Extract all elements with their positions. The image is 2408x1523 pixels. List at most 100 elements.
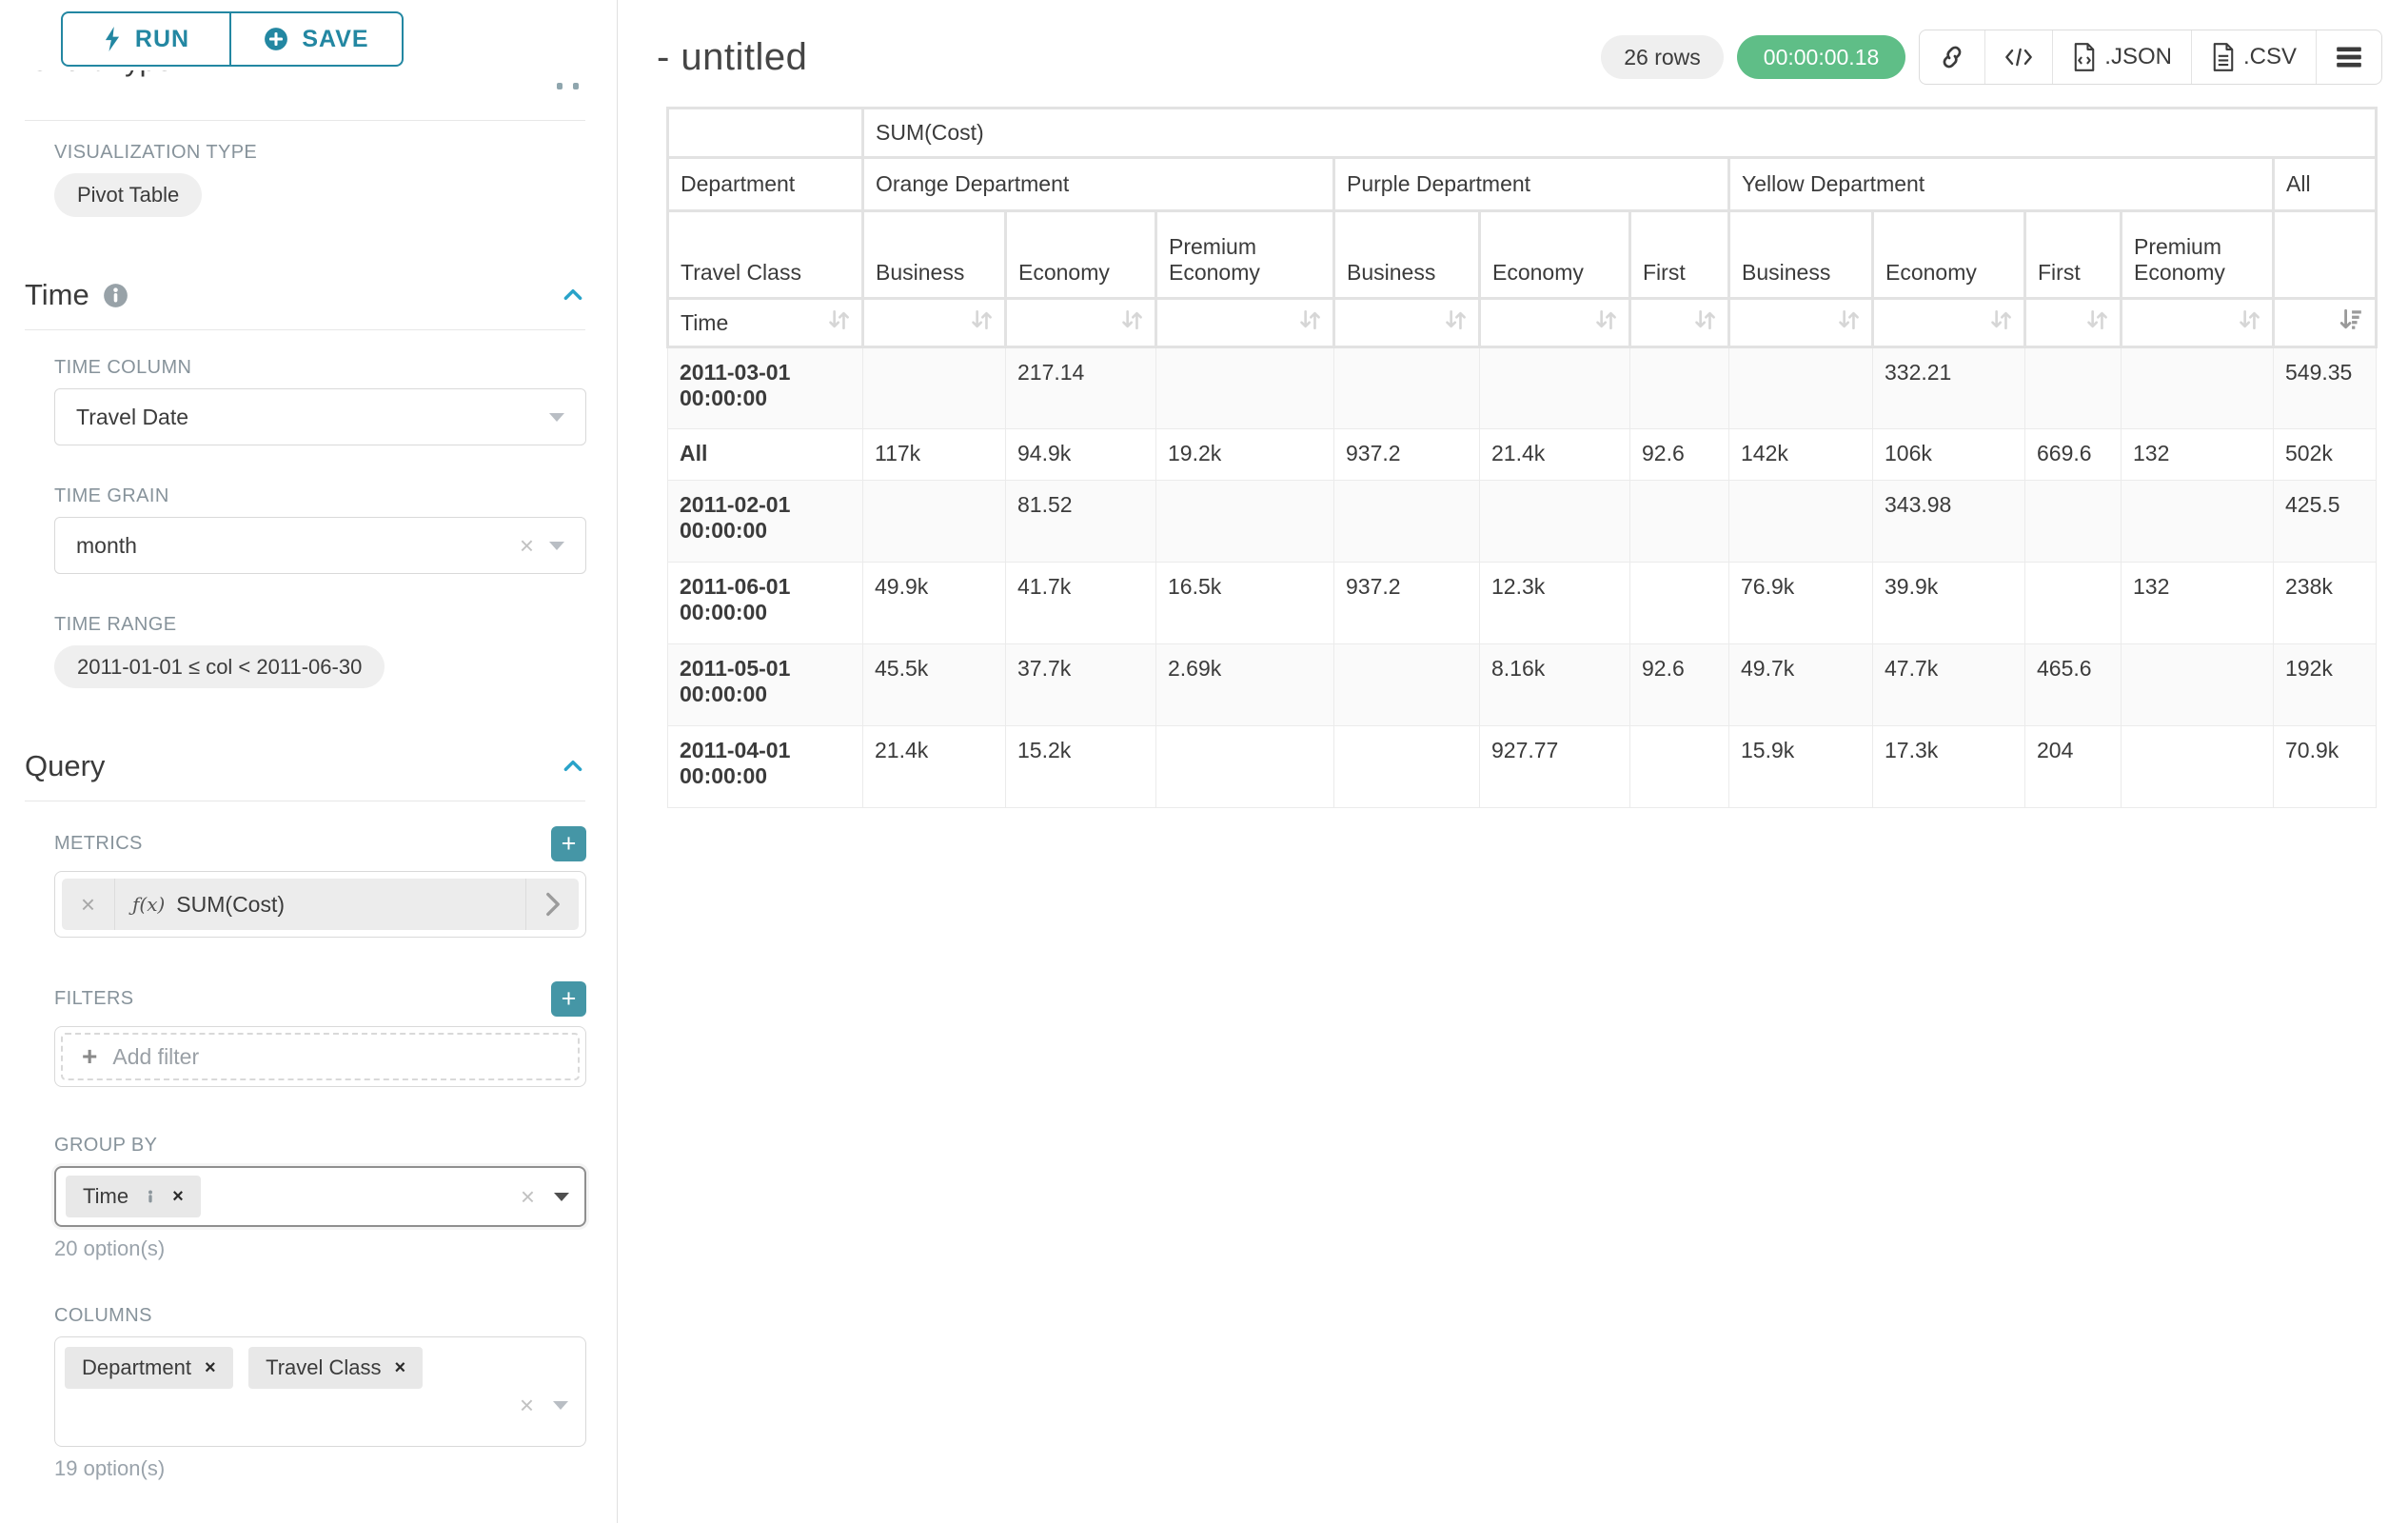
add-filter-button[interactable]: + (551, 981, 586, 1017)
menu-button[interactable] (2316, 30, 2381, 84)
pivot-value-cell: 192k (2274, 644, 2377, 726)
sort-icon[interactable] (1837, 308, 1860, 331)
sort-descending-icon[interactable] (2339, 307, 2363, 332)
export-csv-button[interactable]: .CSV (2191, 30, 2316, 84)
time-section-header: Time (25, 278, 585, 312)
caret-down-icon[interactable] (553, 1401, 568, 1410)
sort-icon[interactable] (2238, 308, 2260, 331)
visualization-type-chip[interactable]: Pivot Table (54, 173, 202, 217)
time-column-select[interactable]: Travel Date (54, 388, 586, 445)
sort-icon[interactable] (2085, 308, 2108, 331)
sort-cell (2274, 299, 2377, 347)
department-header-row: Department Orange DepartmentPurple Depar… (668, 158, 2377, 211)
columns-tag[interactable]: Travel Class × (248, 1347, 423, 1389)
collapse-chevron-up-icon[interactable] (561, 283, 585, 307)
sort-cell (1873, 299, 2025, 347)
group-by-tag[interactable]: Time × (66, 1176, 201, 1217)
col-dimension-label: Department (668, 158, 863, 211)
pivot-value-cell: 16.5k (1156, 563, 1334, 644)
pivot-value-cell (1630, 347, 1729, 429)
plus-icon: + (82, 1041, 97, 1072)
pivot-value-cell (1729, 481, 1873, 563)
csv-file-icon (2211, 43, 2236, 71)
pivot-value-cell: 92.6 (1630, 644, 1729, 726)
pivot-data-row: 2011-03-01 00:00:00217.14332.21549.35 (668, 347, 2377, 429)
pivot-value-cell: 142k (1729, 429, 1873, 481)
pivot-value-cell: 15.9k (1729, 726, 1873, 808)
add-filter-dropzone[interactable]: + Add filter (61, 1033, 580, 1080)
save-button[interactable]: SAVE (230, 11, 404, 67)
metrics-field: × ƒ(x) SUM(Cost) (54, 871, 586, 938)
run-save-button-group: RUN SAVE (61, 11, 404, 67)
clear-icon[interactable]: × (521, 1184, 535, 1209)
filters-label-row: FILTERS + (54, 981, 586, 1017)
time-section-title: Time (25, 278, 89, 312)
pivot-value-cell (2025, 347, 2122, 429)
travel-class-header: Business (1334, 211, 1480, 299)
lightning-icon (103, 27, 122, 51)
query-timer-badge: 00:00:00.18 (1737, 35, 1906, 79)
sort-icon[interactable] (1989, 308, 2012, 331)
pivot-value-cell: 21.4k (863, 726, 1006, 808)
sort-cell (1334, 299, 1480, 347)
fx-icon: ƒ(x) (132, 893, 165, 916)
metric-pill[interactable]: × ƒ(x) SUM(Cost) (62, 879, 579, 930)
sort-icon[interactable] (970, 308, 993, 331)
pivot-value-cell: 41.7k (1006, 563, 1156, 644)
department-group-header: Orange Department (863, 158, 1334, 211)
metrics-label: METRICS (54, 833, 143, 855)
time-range-label: TIME RANGE (54, 614, 585, 636)
travel-class-header: First (1630, 211, 1729, 299)
metrics-label-row: METRICS + (54, 826, 586, 861)
pivot-value-cell (1156, 481, 1334, 563)
sort-icon[interactable] (1444, 308, 1467, 331)
json-file-icon (2072, 43, 2097, 71)
clear-icon[interactable]: × (520, 533, 534, 558)
pivot-value-cell: 937.2 (1334, 429, 1480, 481)
sort-row: Time (668, 299, 2377, 347)
remove-metric-icon[interactable]: × (62, 879, 115, 930)
columns-hint: 19 option(s) (54, 1456, 585, 1481)
share-link-button[interactable] (1920, 30, 1984, 84)
time-grain-select[interactable]: month × (54, 517, 586, 574)
sort-cell (1630, 299, 1729, 347)
remove-tag-icon[interactable]: × (172, 1186, 184, 1208)
group-by-label: GROUP BY (54, 1135, 585, 1157)
sort-icon[interactable] (827, 308, 850, 331)
sort-cell (1729, 299, 1873, 347)
caret-down-icon[interactable] (554, 1193, 569, 1201)
pivot-value-cell (2025, 481, 2122, 563)
group-by-select[interactable]: Time × × (54, 1166, 586, 1227)
sort-icon[interactable] (1693, 308, 1716, 331)
pivot-table: SUM(Cost) Department Orange DepartmentPu… (666, 107, 2378, 808)
pivot-value-cell (1630, 726, 1729, 808)
sort-icon[interactable] (1120, 308, 1143, 331)
travel-class-header: Economy (1480, 211, 1630, 299)
time-range-chip[interactable]: 2011-01-01 ≤ col < 2011-06-30 (54, 645, 385, 688)
remove-tag-icon[interactable]: × (205, 1357, 216, 1379)
chart-title[interactable]: - untitled (657, 36, 807, 79)
remove-tag-icon[interactable]: × (395, 1357, 406, 1379)
travel-class-header: Premium Economy (2122, 211, 2274, 299)
sort-icon[interactable] (1594, 308, 1617, 331)
embed-code-button[interactable] (1984, 30, 2052, 84)
pivot-value-cell: 106k (1873, 429, 2025, 481)
row-count-badge: 26 rows (1601, 35, 1724, 79)
superset-explore-app: Chart Type RUN SAVE (0, 0, 2408, 1523)
department-group-header: All (2274, 158, 2377, 211)
travel-class-header-row: Travel Class BusinessEconomyPremium Econ… (668, 211, 2377, 299)
run-button[interactable]: RUN (61, 11, 230, 67)
columns-tag[interactable]: Department × (65, 1347, 233, 1389)
time-grain-value: month (76, 533, 520, 559)
columns-select[interactable]: Department × Travel Class × × (54, 1336, 586, 1447)
expand-metric-icon[interactable] (525, 879, 579, 930)
export-json-button[interactable]: .JSON (2052, 30, 2191, 84)
add-metric-button[interactable]: + (551, 826, 586, 861)
collapse-chevron-up-icon[interactable] (561, 754, 585, 779)
sort-icon[interactable] (1298, 308, 1321, 331)
link-icon (1939, 44, 1965, 70)
time-grain-label: TIME GRAIN (54, 485, 585, 507)
pivot-value-cell (1156, 347, 1334, 429)
clear-icon[interactable]: × (520, 1393, 534, 1417)
pivot-value-cell: 70.9k (2274, 726, 2377, 808)
